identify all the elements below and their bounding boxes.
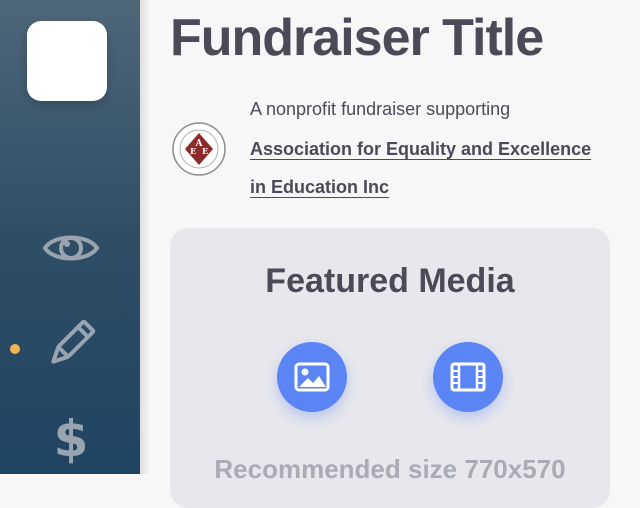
pencil-icon bbox=[51, 319, 96, 364]
page-title: Fundraiser Title bbox=[170, 9, 544, 67]
add-video-button[interactable] bbox=[433, 342, 503, 412]
organization-link[interactable]: Association for Equality and Excellence … bbox=[250, 130, 610, 206]
eye-icon bbox=[42, 235, 100, 261]
recommended-size-text: Recommended size 770x570 bbox=[214, 454, 566, 484]
svg-text:E: E bbox=[202, 146, 208, 156]
add-image-button[interactable] bbox=[277, 342, 347, 412]
sidebar: $ bbox=[0, 0, 140, 474]
svg-text:E: E bbox=[190, 146, 196, 156]
dollar-icon: $ bbox=[53, 410, 89, 468]
supporting-text: A nonprofit fundraiser supporting bbox=[250, 99, 511, 119]
featured-media-card: Featured Media Recommended size 770x570 bbox=[170, 228, 610, 508]
featured-media-heading: Featured Media bbox=[265, 262, 515, 300]
sidebar-shadow bbox=[140, 0, 150, 474]
app-logo-tile[interactable] bbox=[27, 21, 107, 101]
image-icon bbox=[294, 362, 330, 392]
active-indicator-dot bbox=[10, 344, 20, 354]
sidebar-item-donations[interactable]: $ bbox=[40, 408, 102, 470]
sidebar-item-preview[interactable] bbox=[40, 217, 102, 279]
film-icon bbox=[450, 362, 486, 392]
organization-logo: A E E bbox=[172, 122, 226, 176]
sidebar-item-edit[interactable] bbox=[40, 313, 102, 375]
